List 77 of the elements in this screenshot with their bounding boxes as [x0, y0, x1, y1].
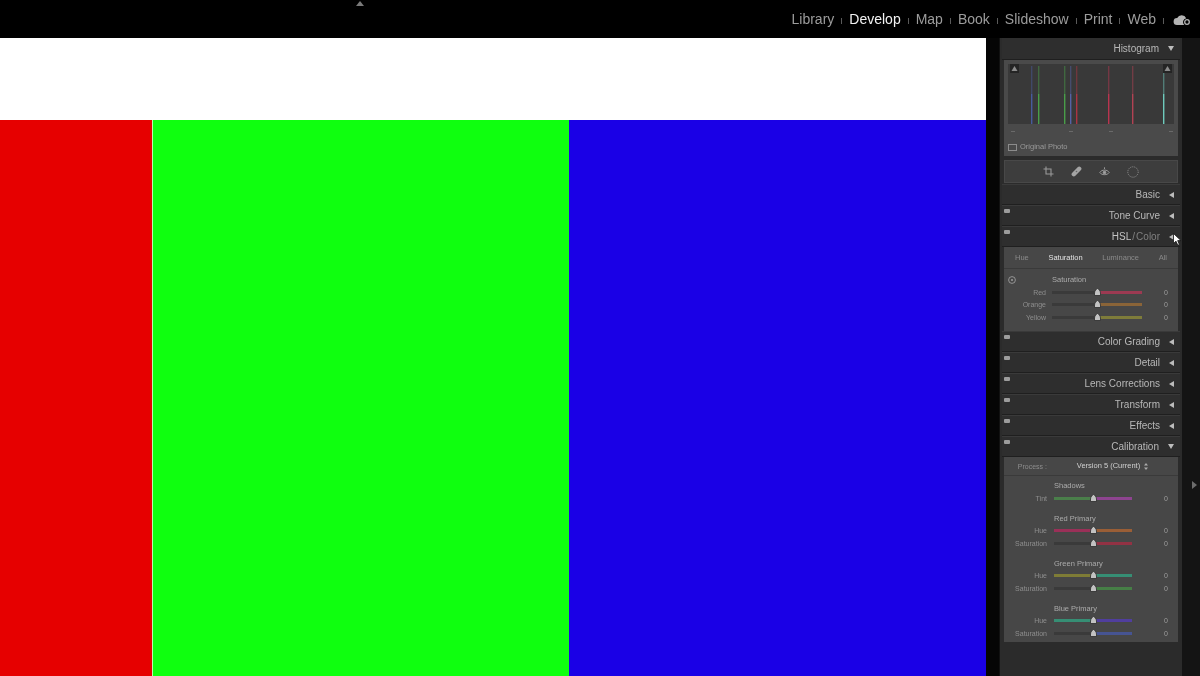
bandage-icon[interactable]	[1071, 166, 1082, 177]
panel-title: Histogram	[1113, 43, 1159, 54]
collapse-triangle-icon[interactable]	[1169, 212, 1174, 219]
panel-title: Detail	[1134, 357, 1160, 368]
panel-header[interactable]: Color Grading	[1002, 331, 1180, 352]
panel-toggle-icon[interactable]	[356, 1, 364, 6]
slider-track[interactable]	[1054, 631, 1132, 635]
panel-header[interactable]: Detail	[1002, 352, 1180, 373]
panel-title-tab[interactable]: HSL	[1111, 231, 1132, 242]
panel-title: Lens Corrections	[1084, 378, 1160, 389]
clipping-indicator-icon[interactable]	[1010, 64, 1019, 73]
module-tab[interactable]: Develop	[849, 12, 901, 26]
module-tab[interactable]: Book	[957, 12, 990, 26]
slider-thumb[interactable]	[1089, 538, 1097, 547]
collapse-triangle-icon[interactable]	[1169, 338, 1174, 345]
switch-icon[interactable]	[1004, 440, 1010, 444]
dotted-circle-icon[interactable]	[1127, 165, 1139, 178]
panel-header[interactable]: Transform	[1002, 394, 1180, 415]
panel-toggle-icon[interactable]	[1192, 481, 1197, 489]
slider-thumb[interactable]	[1093, 300, 1101, 309]
panel-title-tab[interactable]: Color	[1136, 231, 1160, 242]
panel-title: Color Grading	[1097, 336, 1160, 347]
slider-track[interactable]	[1054, 541, 1132, 545]
slider-thumb[interactable]	[1089, 628, 1097, 637]
slider-thumb[interactable]	[1089, 493, 1097, 502]
eye-icon[interactable]	[1099, 167, 1110, 176]
slider-thumb[interactable]	[1093, 287, 1101, 296]
slider-track[interactable]	[1054, 529, 1132, 533]
panel-header[interactable]: Basic	[1002, 184, 1180, 205]
module-tab[interactable]: Map	[915, 12, 943, 26]
switch-icon[interactable]	[1004, 230, 1010, 234]
collapse-triangle-icon[interactable]	[1169, 422, 1174, 429]
panel-header[interactable]: Effects	[1002, 415, 1180, 436]
slider-thumb[interactable]	[1093, 312, 1101, 321]
crop-icon[interactable]	[1043, 166, 1054, 177]
switch-icon[interactable]	[1004, 335, 1010, 339]
module-tab[interactable]: Print	[1083, 12, 1113, 26]
slider-track[interactable]	[1052, 303, 1142, 307]
slider-track[interactable]	[1054, 574, 1132, 578]
collapse-triangle-icon[interactable]	[1168, 46, 1174, 51]
switch-icon[interactable]	[1004, 356, 1010, 360]
panel-header[interactable]: Calibration	[1002, 436, 1180, 457]
dropdown-arrows-icon[interactable]	[1144, 462, 1149, 470]
slider-track[interactable]	[1054, 586, 1132, 590]
panel-title: Transform	[1114, 399, 1160, 410]
collapse-triangle-icon[interactable]	[1169, 359, 1174, 366]
clipping-indicator-icon[interactable]	[1163, 64, 1172, 73]
cloud-icon[interactable]	[1173, 13, 1190, 25]
collapse-triangle-icon[interactable]	[1169, 380, 1174, 387]
panel-title: Effects	[1129, 420, 1160, 431]
checkbox[interactable]	[1008, 143, 1017, 151]
panel-title: Basic	[1135, 189, 1160, 200]
slider-thumb[interactable]	[1089, 571, 1097, 580]
slider-track[interactable]	[1052, 315, 1142, 319]
panel-header[interactable]: Lens Corrections	[1002, 373, 1180, 394]
slider-thumb[interactable]	[1089, 616, 1097, 625]
module-tab[interactable]: Slideshow	[1004, 12, 1069, 26]
module-tab[interactable]: Library	[791, 12, 835, 26]
slider-track[interactable]	[1054, 496, 1132, 500]
target-adjust-icon[interactable]	[1008, 276, 1016, 284]
switch-icon[interactable]	[1004, 419, 1010, 423]
panel-header[interactable]: HSL/Color	[1002, 226, 1180, 247]
panel-title: Tone Curve	[1108, 210, 1160, 221]
collapse-triangle-icon[interactable]	[1168, 444, 1174, 449]
switch-icon[interactable]	[1004, 209, 1010, 213]
switch-icon[interactable]	[1004, 398, 1010, 402]
collapse-triangle-icon[interactable]	[1169, 401, 1174, 408]
slider-thumb[interactable]	[1089, 526, 1097, 535]
slider-track[interactable]	[1052, 290, 1142, 294]
panel-title: Calibration	[1111, 441, 1159, 452]
switch-icon[interactable]	[1004, 377, 1010, 381]
module-tab[interactable]: Web	[1127, 12, 1156, 26]
panel-header[interactable]: Tone Curve	[1002, 205, 1180, 226]
slash-separator: /	[1132, 231, 1136, 242]
collapse-triangle-icon[interactable]	[1169, 191, 1174, 198]
slider-thumb[interactable]	[1089, 583, 1097, 592]
slider-track[interactable]	[1054, 619, 1132, 623]
